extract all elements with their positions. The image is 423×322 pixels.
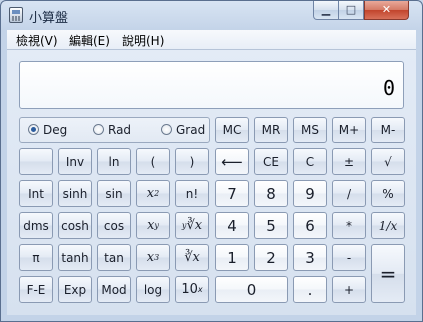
sinh-button[interactable]: sinh xyxy=(58,180,92,207)
radio-deg-label[interactable]: Deg xyxy=(43,123,67,137)
angle-mode-group: Deg Rad Grad xyxy=(19,117,210,143)
x-power-y-button[interactable]: xy xyxy=(136,212,170,239)
lparen-button[interactable]: ( xyxy=(136,148,170,175)
percent-button[interactable]: % xyxy=(371,180,405,207)
plus-minus-button[interactable]: ± xyxy=(332,148,366,175)
minimize-icon: ▁ xyxy=(321,3,331,16)
log-button[interactable]: log xyxy=(136,276,170,303)
ce-button[interactable]: CE xyxy=(254,148,288,175)
display-value: 0 xyxy=(382,76,395,100)
radio-grad-label[interactable]: Grad xyxy=(176,123,205,137)
key-7[interactable]: 7 xyxy=(215,180,249,207)
menu-view[interactable]: 檢視(V) xyxy=(16,32,58,49)
pi-button[interactable]: π xyxy=(19,244,53,271)
window-title: 小算盤 xyxy=(29,11,69,26)
cosh-button[interactable]: cosh xyxy=(58,212,92,239)
mplus-button[interactable]: M+ xyxy=(332,117,366,143)
mod-button[interactable]: Mod xyxy=(97,276,131,303)
x-squared-button[interactable]: x2 xyxy=(136,180,170,207)
cos-button[interactable]: cos xyxy=(97,212,131,239)
key-5[interactable]: 5 xyxy=(254,212,288,239)
c-button[interactable]: C xyxy=(293,148,327,175)
x-cubed-exp: 3 xyxy=(154,253,160,262)
tan-button[interactable]: tan xyxy=(97,244,131,271)
decimal-button[interactable]: . xyxy=(293,276,327,303)
mminus-button[interactable]: M- xyxy=(371,117,405,143)
maximize-icon: □ xyxy=(345,3,357,16)
tanh-button[interactable]: tanh xyxy=(58,244,92,271)
ln-button[interactable]: ln xyxy=(97,148,131,175)
int-button[interactable]: Int xyxy=(19,180,53,207)
ms-button[interactable]: MS xyxy=(293,117,327,143)
rparen-button[interactable]: ) xyxy=(175,148,209,175)
close-button[interactable]: ✕ xyxy=(364,1,409,20)
key-9[interactable]: 9 xyxy=(293,180,327,207)
mc-button[interactable]: MC xyxy=(215,117,249,143)
backspace-button[interactable]: ⟵ xyxy=(215,148,249,175)
ten-power-x-button[interactable]: 10 x xyxy=(175,276,209,303)
dms-button[interactable]: dms xyxy=(19,212,53,239)
key-3[interactable]: 3 xyxy=(293,244,327,271)
key-0[interactable]: 0 xyxy=(215,276,288,303)
key-4[interactable]: 4 xyxy=(215,212,249,239)
divide-button[interactable]: / xyxy=(332,180,366,207)
cube-root-button[interactable]: ∛x xyxy=(175,244,209,271)
radio-rad[interactable] xyxy=(93,124,104,135)
mr-button[interactable]: MR xyxy=(254,117,288,143)
backspace-icon: ⟵ xyxy=(221,152,243,171)
calculator-body: 0 Deg Rad Grad MC MR MS M+ M- Inv ln ( )… xyxy=(7,50,416,315)
ten-power-base: 10 xyxy=(181,282,198,297)
sin-button[interactable]: sin xyxy=(97,180,131,207)
x-cubed-button[interactable]: x3 xyxy=(136,244,170,271)
ten-power-exp: x xyxy=(197,285,203,294)
menu-help[interactable]: 說明(H) xyxy=(122,32,164,49)
x-power-y-exp: y xyxy=(154,221,159,230)
y-root-x-button[interactable]: y ∛x xyxy=(175,212,209,239)
x-squared-exp: 2 xyxy=(154,189,160,198)
menu-bar: 檢視(V) 編輯(E) 說明(H) xyxy=(7,30,416,50)
equals-button[interactable]: = xyxy=(371,244,405,303)
calculator-window: 小算盤 ▁ □ ✕ 檢視(V) 編輯(E) 說明(H) 0 Deg Rad Gr… xyxy=(0,0,423,322)
add-button[interactable]: + xyxy=(332,276,366,303)
close-icon: ✕ xyxy=(381,3,392,16)
result-display: 0 xyxy=(19,61,404,109)
maximize-button[interactable]: □ xyxy=(339,1,364,20)
menu-edit[interactable]: 編輯(E) xyxy=(69,32,110,49)
minimize-button[interactable]: ▁ xyxy=(313,1,339,20)
key-2[interactable]: 2 xyxy=(254,244,288,271)
blank-button xyxy=(19,148,53,175)
y-root-symbol: ∛x xyxy=(186,218,203,233)
radio-grad[interactable] xyxy=(161,124,172,135)
title-bar: 小算盤 ▁ □ ✕ xyxy=(1,1,422,29)
factorial-button[interactable]: n! xyxy=(175,180,209,207)
multiply-button[interactable]: * xyxy=(332,212,366,239)
calculator-app-icon xyxy=(9,7,23,23)
reciprocal-button[interactable]: 1/x xyxy=(371,212,405,239)
exp-button[interactable]: Exp xyxy=(58,276,92,303)
fe-button[interactable]: F-E xyxy=(19,276,53,303)
key-1[interactable]: 1 xyxy=(215,244,249,271)
radio-rad-label[interactable]: Rad xyxy=(108,123,131,137)
subtract-button[interactable]: - xyxy=(332,244,366,271)
sqrt-button[interactable]: √ xyxy=(371,148,405,175)
radio-deg[interactable] xyxy=(28,124,39,135)
key-6[interactable]: 6 xyxy=(293,212,327,239)
key-8[interactable]: 8 xyxy=(254,180,288,207)
inv-button[interactable]: Inv xyxy=(58,148,92,175)
x-cubed-base: x xyxy=(146,250,155,265)
